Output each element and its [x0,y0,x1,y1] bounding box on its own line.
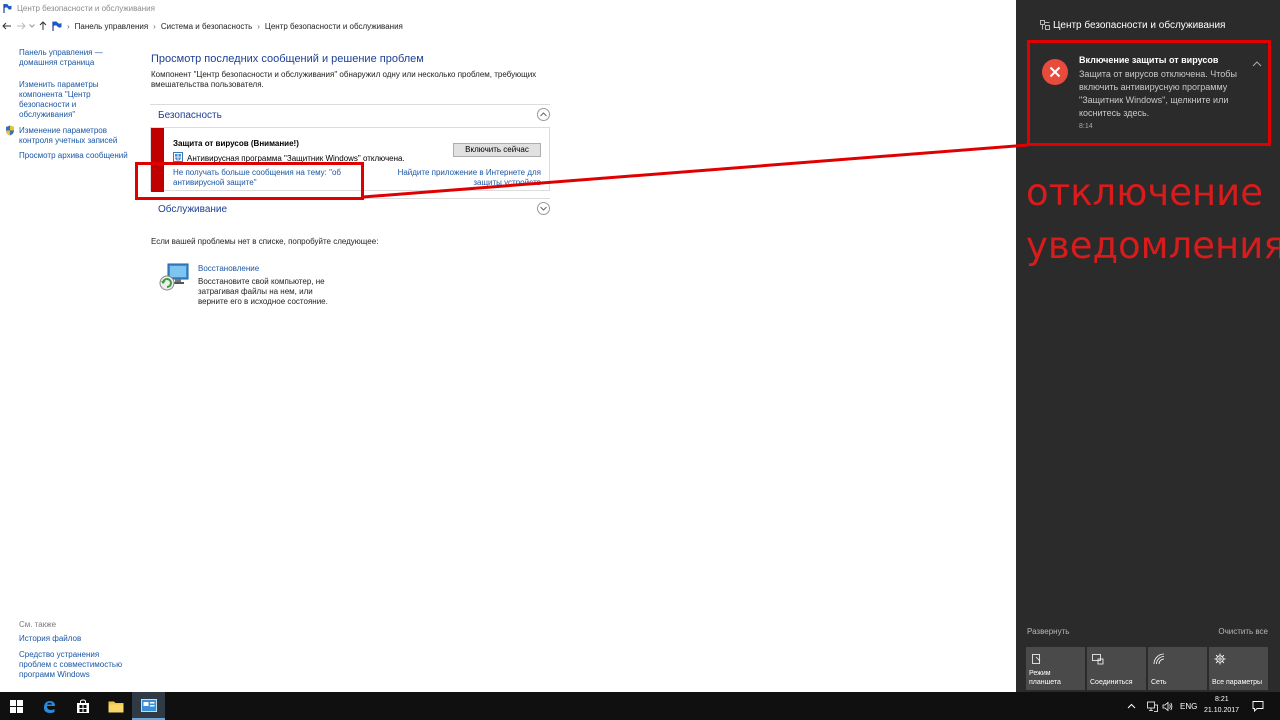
clock-time[interactable]: 8:21 [1215,696,1229,703]
recovery-link[interactable]: Восстановление [198,264,259,273]
security-section-label: Безопасность [158,110,222,121]
page-title: Просмотр последних сообщений и решение п… [151,53,424,65]
breadcrumb-item-security-center[interactable]: Центр безопасности и обслуживания [265,22,403,31]
forward-arrow-icon[interactable] [14,18,28,34]
quick-action-tablet-mode[interactable]: Режим планшета [1026,647,1085,690]
tablet-mode-icon [1031,653,1043,665]
nav-link-uac-settings[interactable]: Изменение параметров контроля учетных за… [19,126,131,146]
quick-action-all-settings[interactable]: Все параметры [1209,647,1268,690]
back-arrow-icon[interactable] [0,18,14,34]
taskbar-store[interactable] [66,692,99,720]
show-hidden-icons-chevron-icon[interactable] [1126,701,1137,712]
uac-shield-icon [5,125,15,138]
network-status-icon[interactable] [1147,701,1158,712]
annotation-box-link [135,162,364,200]
enable-now-button[interactable]: Включить сейчас [453,143,541,157]
breadcrumb-item-control-panel[interactable]: Панель управления [75,22,149,31]
see-also-heading: См. также [19,620,57,629]
store-icon [76,698,89,713]
app-group-icon [1040,20,1050,30]
clock-date[interactable]: 21.10.2017 [1204,707,1239,714]
clear-all-link[interactable]: Очистить все [1218,627,1268,636]
up-arrow-icon[interactable] [36,18,50,34]
left-navigation: Панель управления — домашняя страница Из… [0,36,138,692]
chevron-up-icon[interactable] [537,108,550,121]
nav-link-message-archive[interactable]: Просмотр архива сообщений [19,151,131,161]
action-center-notification-icon[interactable] [1252,700,1264,713]
breadcrumb-separator: › [153,21,156,31]
breadcrumb: › Панель управления › Система и безопасн… [52,21,403,31]
volume-icon[interactable] [1162,701,1173,712]
security-section-header[interactable]: Безопасность [150,104,550,126]
try-following-text: Если вашей проблемы нет в списке, попроб… [151,237,379,246]
nav-link-change-settings[interactable]: Изменить параметры компонента "Центр без… [19,80,131,120]
nav-link-file-history[interactable]: История файлов [19,634,131,644]
taskbar-edge[interactable] [33,692,66,720]
start-button[interactable] [0,692,33,720]
input-language-indicator[interactable]: ENG [1180,702,1197,711]
quick-action-label: Соединиться [1090,679,1133,686]
recovery-icon [158,262,190,292]
network-icon [1153,653,1165,665]
recent-dropdown-icon[interactable] [28,18,36,34]
taskbar: ENG 8:21 21.10.2017 [0,692,1280,720]
annotation-box-toast [1027,40,1271,146]
maintenance-section-label: Обслуживание [158,204,228,215]
annotation-line-2: уведомления [1026,224,1280,267]
folder-icon [108,701,123,712]
action-center-group-title: Центр безопасности и обслуживания [1053,20,1226,31]
quick-action-label: Сеть [1151,679,1167,686]
gear-icon [1214,653,1226,665]
edge-icon [44,700,55,713]
control-panel-icon [140,698,157,712]
breadcrumb-item-system-security[interactable]: Система и безопасность [161,22,252,31]
taskbar-control-panel[interactable] [132,692,165,720]
maintenance-section-header[interactable]: Обслуживание [150,198,550,220]
page-description: Компонент "Центр безопасности и обслужив… [151,70,537,89]
chevron-down-icon[interactable] [537,202,550,215]
alert-title: Защита от вирусов (Внимание!) [173,139,299,148]
window-titlebar: Центр безопасности и обслуживания [0,0,1016,16]
breadcrumb-flag-icon [52,21,62,31]
quick-action-label: Режим планшета [1029,670,1061,686]
taskbar-file-explorer[interactable] [99,692,132,720]
annotation-line-1: отключение [1026,171,1263,214]
annotation-text: отключение уведомления [1026,166,1280,272]
connect-icon [1092,653,1104,665]
window-title: Центр безопасности и обслуживания [17,3,155,13]
nav-link-control-panel-home[interactable]: Панель управления — домашняя страница [19,48,131,68]
quick-action-label: Все параметры [1212,679,1263,686]
breadcrumb-separator: › [257,21,260,31]
flag-icon [3,3,13,13]
breadcrumb-separator: › [67,21,70,31]
nav-link-compatibility-troubleshooter[interactable]: Средство устранения проблем с совместимо… [19,650,131,680]
quick-action-connect[interactable]: Соединиться [1087,647,1146,690]
quick-action-network[interactable]: Сеть [1148,647,1207,690]
expand-link[interactable]: Развернуть [1027,627,1069,636]
address-bar: › Панель управления › Система и безопасн… [0,17,1016,35]
recovery-description: Восстановите свой компьютер, не затрагив… [198,277,328,306]
windows-logo-icon [10,699,23,713]
find-app-online-link[interactable]: Найдите приложение в Интернете для защит… [391,168,541,188]
